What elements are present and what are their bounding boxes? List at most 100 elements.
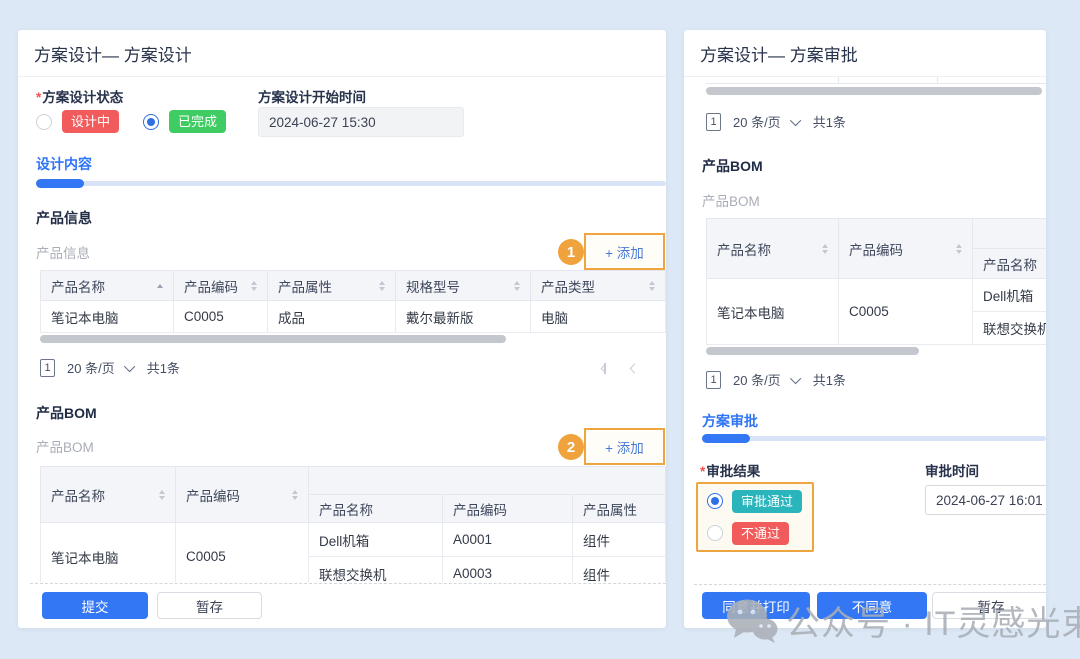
product-bom-heading: 产品BOM	[36, 403, 97, 423]
table-row: 笔记本电脑 C0005 Dell机箱	[707, 279, 1047, 312]
product-info-heading: 产品信息	[36, 208, 92, 228]
product-bom-sublabel: 产品BOM	[36, 436, 94, 456]
truncated-table-edge	[706, 77, 1046, 84]
per-page-select[interactable]: 20 条/页	[67, 358, 115, 377]
tab-approval[interactable]: 方案审批	[702, 411, 758, 431]
required-mark: *	[700, 464, 705, 479]
page-indicator: 1	[706, 371, 721, 389]
col-header-product-type[interactable]: 产品类型	[531, 271, 666, 301]
approval-badge-fail[interactable]: 不通过	[732, 522, 789, 545]
cell-spec-model: 戴尔最新版	[396, 301, 531, 333]
sort-icon	[379, 281, 385, 291]
status-badge-designing[interactable]: 设计中	[62, 110, 119, 133]
pagination: 1 20 条/页 共1条	[706, 370, 846, 389]
cutoff-divider	[30, 583, 666, 584]
chevron-down-icon[interactable]	[124, 360, 135, 371]
design-panel: 方案设计— 方案设计 *方案设计状态 设计中 已完成 方案设计开始时间 2024…	[18, 30, 666, 628]
bom-nested-col-product-attr: 产品属性	[573, 495, 666, 523]
product-info-table: 产品名称 产品编码 产品属性 规格型号 产品类型 笔记本电脑 C0005 成品 …	[40, 270, 666, 333]
bom-cell-child-code: A0001	[443, 523, 573, 557]
annotation-badge-2: 2	[558, 434, 584, 460]
radio-rejected[interactable]	[707, 525, 723, 541]
status-field-label: *方案设计状态	[36, 86, 123, 106]
page-indicator: 1	[706, 113, 721, 131]
radio-option-approve: 审批通过	[707, 490, 803, 513]
bom-nested-col-product-name: 产品名称	[309, 495, 443, 523]
table-row: 笔记本电脑 C0005 成品 戴尔最新版 电脑	[41, 301, 666, 333]
h-scrollbar-thumb[interactable]	[706, 347, 919, 355]
bom-cell-child-code: A0003	[443, 557, 573, 583]
first-page-icon[interactable]	[604, 363, 609, 374]
add-product-button-label: + 添加	[605, 242, 644, 262]
bom-cell-child-name: Dell机箱	[973, 279, 1047, 312]
status-field-label-text: 方案设计状态	[42, 90, 123, 105]
status-badge-completed[interactable]: 已完成	[169, 110, 226, 133]
start-time-input[interactable]: 2024-06-27 15:30	[258, 107, 464, 137]
col-header-product-code[interactable]: 产品编码	[174, 271, 268, 301]
cell-product-type: 电脑	[531, 301, 666, 333]
cutoff-divider	[694, 584, 1046, 585]
add-bom-button[interactable]: + 添加	[584, 428, 665, 465]
table-row: 笔记本电脑 C0005 Dell机箱 A0001 组件	[41, 523, 666, 557]
pagination: 1 20 条/页 共1条	[40, 358, 180, 377]
tab-active-indicator	[36, 179, 84, 188]
agree-print-button[interactable]: 同意并打印	[702, 592, 810, 619]
approval-result-label: *审批结果	[700, 460, 760, 480]
bom-cell-parent-code: C0005	[839, 279, 973, 345]
approval-panel-title: 方案设计— 方案审批	[684, 30, 1046, 77]
approval-bom-table: 产品名称 产品编码 产品名称 笔记本电脑 C0005 Dell机箱 联想交换机	[706, 218, 1046, 345]
pagination-nav	[604, 363, 638, 374]
tab-track	[702, 436, 1046, 441]
status-radio-group: 设计中 已完成	[36, 110, 226, 133]
product-bom-table: 产品名称 产品编码 产品名称 产品编码 产品属性 笔记本电脑 C0005 Del…	[40, 466, 666, 582]
disagree-button[interactable]: 不同意	[817, 592, 927, 619]
per-page-select[interactable]: 20 条/页	[733, 112, 781, 131]
radio-approved[interactable]	[707, 493, 723, 509]
pagination: 1 20 条/页 共1条	[706, 112, 846, 131]
chevron-down-icon[interactable]	[790, 372, 801, 383]
sort-icon	[292, 490, 298, 500]
approval-time-input[interactable]: 2024-06-27 16:01	[925, 485, 1046, 515]
tab-track	[36, 181, 666, 186]
bom-col-product-name[interactable]: 产品名称	[41, 467, 176, 523]
bom-cell-child-name: Dell机箱	[309, 523, 443, 557]
col-header-spec-model[interactable]: 规格型号	[396, 271, 531, 301]
bom-col-product-code[interactable]: 产品编码	[839, 219, 973, 279]
cell-product-code: C0005	[174, 301, 268, 333]
bom-heading: 产品BOM	[702, 156, 763, 176]
add-bom-button-label: + 添加	[605, 437, 644, 457]
start-time-label: 方案设计开始时间	[258, 86, 366, 106]
chevron-down-icon[interactable]	[790, 114, 801, 125]
sort-icon	[649, 281, 655, 291]
per-page-select[interactable]: 20 条/页	[733, 370, 781, 389]
col-header-product-attr[interactable]: 产品属性	[268, 271, 396, 301]
draft-button[interactable]: 暂存	[157, 592, 262, 619]
bom-col-product-name[interactable]: 产品名称	[707, 219, 839, 279]
bom-col-product-code[interactable]: 产品编码	[176, 467, 309, 523]
approval-panel: 方案设计— 方案审批 1 20 条/页 共1条 产品BOM 产品BOM 产品名称…	[684, 30, 1046, 628]
h-scrollbar-thumb[interactable]	[706, 87, 1042, 95]
bom-table-clip: 产品名称 产品编码 产品名称 产品编码 产品属性 笔记本电脑 C0005 Del…	[40, 466, 666, 582]
draft-button[interactable]: 暂存	[932, 592, 1046, 619]
approval-badge-pass[interactable]: 审批通过	[732, 490, 802, 513]
sort-asc-icon	[157, 284, 163, 288]
approval-time-label: 审批时间	[925, 460, 979, 480]
radio-designing[interactable]	[36, 114, 52, 130]
tab-design-content[interactable]: 设计内容	[36, 154, 92, 174]
approval-result-label-text: 审批结果	[706, 464, 760, 479]
bom-cell-child-name: 联想交换机	[309, 557, 443, 583]
total-count: 共1条	[813, 112, 846, 131]
bom-cell-child-name: 联想交换机	[973, 312, 1047, 345]
bom-cell-parent-name: 笔记本电脑	[41, 523, 176, 583]
page-indicator: 1	[40, 359, 55, 377]
bom-cell-child-attr: 组件	[573, 523, 666, 557]
radio-completed[interactable]	[143, 114, 159, 130]
sort-icon	[159, 490, 165, 500]
h-scrollbar-thumb[interactable]	[40, 335, 506, 343]
sort-icon	[822, 244, 828, 254]
bom-sublabel: 产品BOM	[702, 190, 760, 210]
submit-button[interactable]: 提交	[42, 592, 148, 619]
prev-page-icon[interactable]	[631, 365, 638, 372]
add-product-button[interactable]: + 添加	[584, 233, 665, 270]
col-header-product-name[interactable]: 产品名称	[41, 271, 174, 301]
